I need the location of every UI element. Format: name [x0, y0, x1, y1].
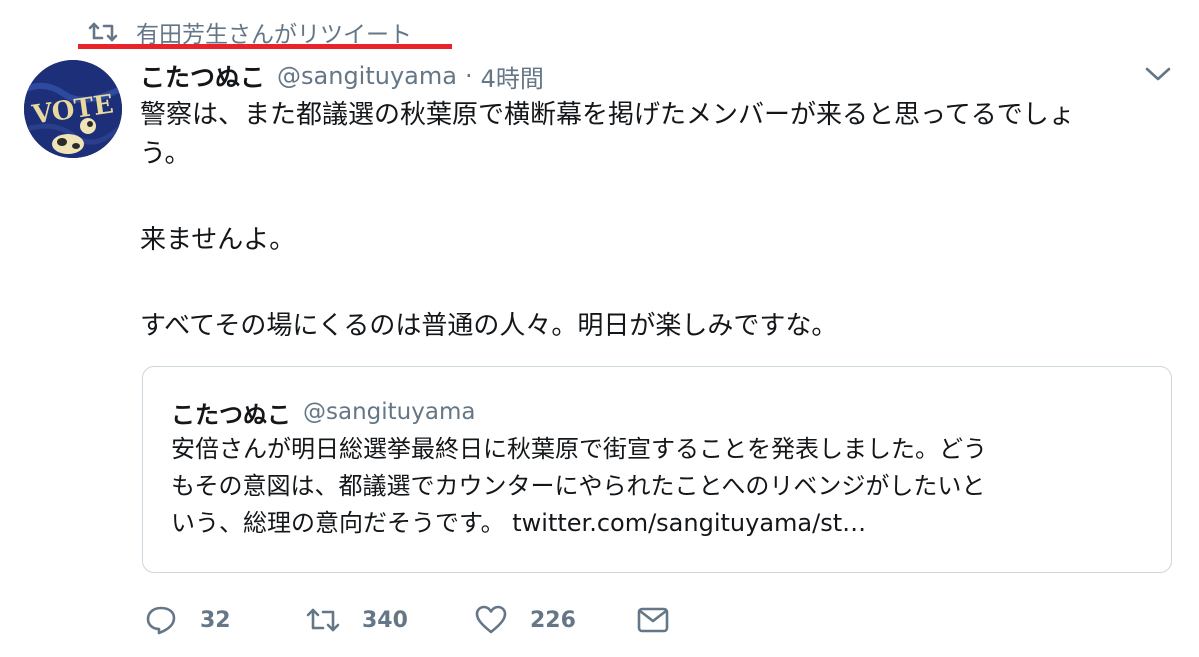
tweet-text-line: すべてその場にくるのは普通の人々。明日が楽しみですな。	[140, 311, 838, 341]
avatar[interactable]: VOTE	[24, 60, 122, 158]
like-button[interactable]: 226	[474, 604, 636, 636]
tweet-actions: 32 340 226	[144, 600, 692, 640]
separator-dot: ·	[464, 62, 473, 90]
quoted-tweet-text: 安倍さんが明日総選挙最終日に秋葉原で街宣することを発表しました。どう もその意図…	[171, 431, 1141, 542]
quoted-display-name: こたつぬこ	[171, 400, 291, 429]
tweet-header: こたつぬこ @sangituyama · 4時間	[140, 56, 544, 96]
retweet-button[interactable]: 340	[306, 604, 474, 636]
highlight-underline	[78, 44, 452, 49]
timestamp[interactable]: 4時間	[481, 59, 544, 94]
tweet-text-line: 警察は、また都議選の秋葉原で横断幕を掲げたメンバーが来ると思ってるでしょ	[140, 100, 1075, 130]
reply-button[interactable]: 32	[144, 604, 306, 636]
like-count: 226	[530, 607, 576, 633]
chevron-down-icon[interactable]	[1144, 64, 1172, 84]
quoted-link[interactable]: twitter.com/sangituyama/st…	[512, 509, 866, 537]
quoted-tweet-header: こたつぬこ @sangituyama	[171, 397, 1141, 429]
tweet-text: 警察は、また都議選の秋葉原で横断幕を掲げたメンバーが来ると思ってるでしょ う。 …	[140, 96, 1176, 346]
retweet-icon	[306, 604, 340, 636]
display-name[interactable]: こたつぬこ	[140, 58, 265, 94]
quoted-text-line: もその意図は、都議選でカウンターにやられたことへのリベンジがしたいと	[171, 472, 986, 500]
envelope-icon	[636, 604, 670, 636]
quoted-text-line: いう、総理の意向だそうです。	[171, 509, 505, 537]
tweet-text-line: 来ませんよ。	[140, 225, 296, 255]
direct-message-button[interactable]	[636, 604, 692, 636]
user-handle[interactable]: @sangituyama	[277, 62, 457, 90]
quoted-tweet-card[interactable]: こたつぬこ @sangituyama 安倍さんが明日総選挙最終日に秋葉原で街宣す…	[142, 366, 1172, 573]
retweet-count: 340	[362, 607, 408, 633]
retweet-icon	[88, 20, 118, 44]
quoted-user-handle: @sangituyama	[303, 399, 476, 425]
heart-icon	[474, 604, 508, 636]
reply-icon	[144, 604, 178, 636]
tweet-text-line: う。	[140, 139, 191, 169]
reply-count: 32	[200, 607, 231, 633]
quoted-text-line: 安倍さんが明日総選挙最終日に秋葉原で街宣することを発表しました。どう	[171, 435, 987, 463]
